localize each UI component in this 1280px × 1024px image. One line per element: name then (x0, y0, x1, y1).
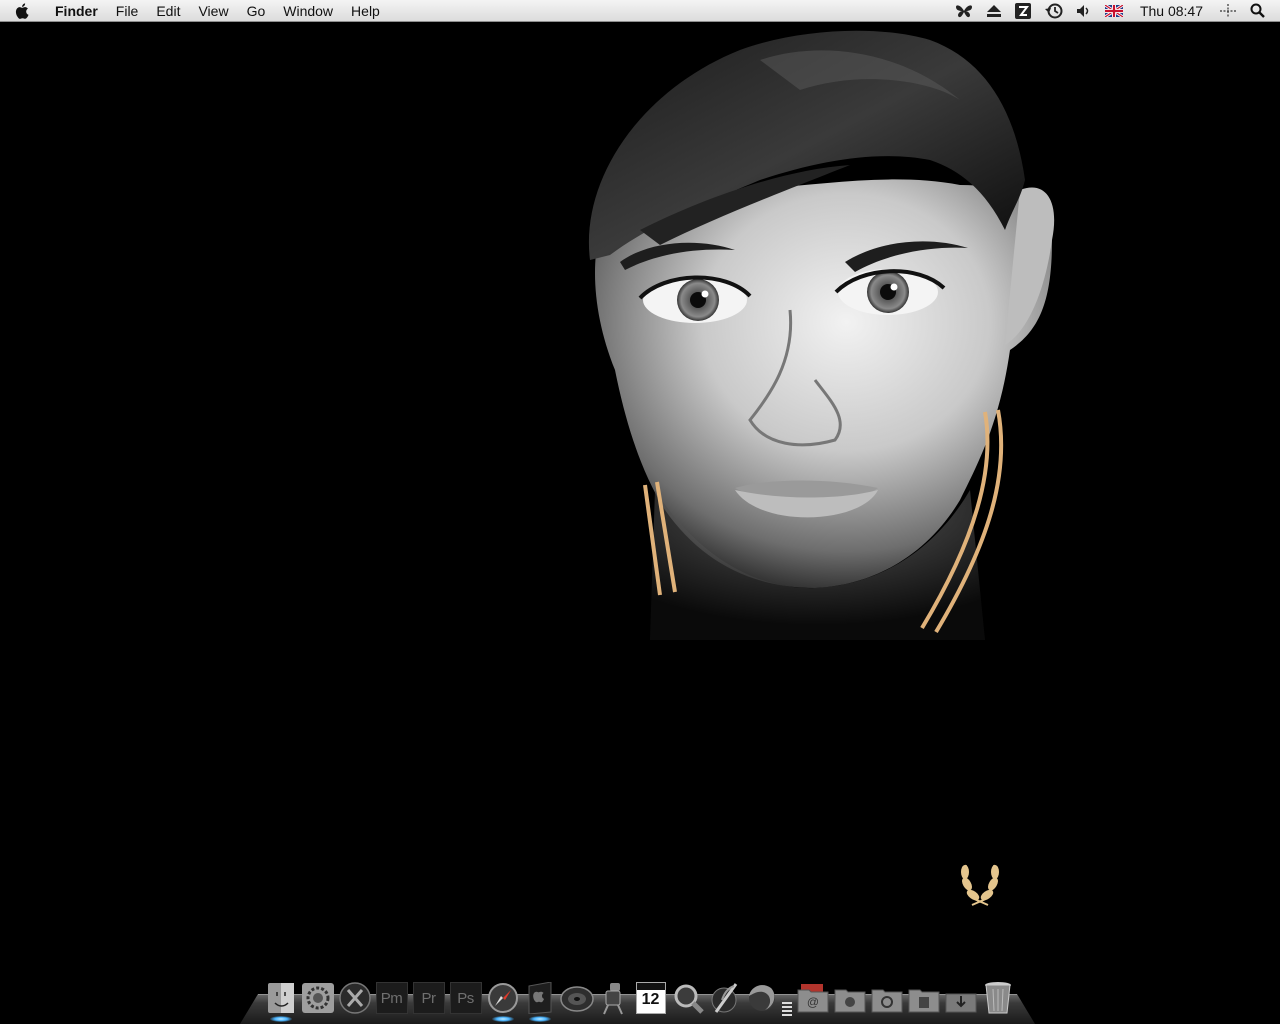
quill-icon (710, 982, 740, 1014)
pr-label: Pr (421, 989, 437, 1007)
at-folder-icon: @ (797, 982, 829, 1014)
menu-finder[interactable]: Finder (46, 0, 107, 22)
dock-item-premiere[interactable]: Pr (412, 980, 445, 1016)
download-folder-icon (945, 982, 977, 1014)
laurel-logo (961, 864, 999, 906)
ps-label: Ps (457, 989, 474, 1007)
dock-item-photoshop[interactable]: Ps (449, 980, 482, 1016)
dock-item-speaker[interactable] (559, 980, 594, 1016)
docs-folder-icon (871, 982, 903, 1014)
dock-item-automator[interactable] (598, 980, 630, 1016)
dock-item-finder[interactable] (265, 980, 297, 1022)
dock-item-x11[interactable] (338, 980, 371, 1016)
dock-item-safari[interactable] (487, 980, 519, 1022)
pm-label: Pm (380, 989, 403, 1007)
trash-icon (984, 981, 1012, 1015)
menu-go[interactable]: Go (238, 0, 275, 22)
dock: Pm Pr Ps 12 @ (240, 972, 1035, 1024)
uk-flag-icon[interactable] (1098, 0, 1130, 22)
apple-box-icon (525, 982, 555, 1014)
finder-icon (267, 982, 295, 1014)
menu-clock[interactable]: Thu 08:47 (1130, 0, 1213, 22)
calendar-day: 12 (641, 991, 660, 1008)
butterfly-icon[interactable] (948, 0, 980, 22)
desktop: Finder File Edit View Go Window Help Thu… (0, 0, 1280, 1024)
calendar-header (636, 983, 665, 990)
volume-icon[interactable] (1070, 0, 1098, 22)
apple-logo-icon[interactable] (0, 0, 46, 22)
dock-item-system-preferences[interactable] (301, 980, 334, 1016)
running-indicator (491, 1016, 514, 1022)
running-indicator (269, 1016, 292, 1022)
dock-separator (782, 982, 792, 1016)
eject-icon[interactable] (980, 0, 1008, 22)
dock-stack-downloads[interactable] (945, 980, 977, 1016)
menu-bar: Finder File Edit View Go Window Help Thu… (0, 0, 1280, 22)
robot-icon (600, 981, 628, 1015)
running-indicator (528, 1016, 551, 1022)
dock-stack-documents[interactable] (871, 980, 903, 1016)
menu-file[interactable]: File (107, 0, 148, 22)
dock-stack-applications[interactable] (834, 980, 866, 1016)
time-machine-icon[interactable] (1038, 0, 1070, 22)
dock-item-trash[interactable] (982, 980, 1014, 1016)
film-folder-icon (908, 982, 940, 1014)
apps-folder-icon (834, 982, 866, 1014)
spaces-icon[interactable] (1213, 0, 1243, 22)
dock-item-pagemaker[interactable]: Pm (375, 980, 408, 1016)
menu-help[interactable]: Help (342, 0, 389, 22)
globe-icon (745, 982, 779, 1014)
x-icon (338, 982, 371, 1014)
dock-item-preview[interactable] (672, 980, 704, 1016)
dock-item-ical[interactable]: 12 (635, 980, 667, 1016)
dock-item-firefox[interactable] (746, 980, 778, 1016)
spotlight-icon[interactable] (1243, 0, 1272, 22)
menu-window[interactable]: Window (274, 0, 342, 22)
dock-item-script-editor[interactable] (709, 980, 741, 1016)
pm-icon: Pm (375, 982, 408, 1014)
compass-icon (487, 982, 519, 1014)
dock-item-app-store[interactable] (524, 980, 556, 1022)
dock-stack-mail[interactable]: @ (797, 980, 829, 1016)
svg-text:@: @ (806, 995, 818, 1009)
ps-icon: Ps (449, 982, 482, 1014)
dashboard-icon[interactable] (1008, 0, 1038, 22)
dock-stack-movies[interactable] (908, 980, 940, 1016)
menu-view[interactable]: View (189, 0, 237, 22)
pr-icon: Pr (412, 982, 445, 1014)
menu-edit[interactable]: Edit (147, 0, 189, 22)
magnifier-icon (672, 982, 704, 1014)
wallpaper-portrait-image (588, 30, 1055, 906)
calendar-icon: 12 (635, 982, 666, 1014)
gear-icon (301, 983, 334, 1013)
speaker-icon (559, 983, 594, 1013)
